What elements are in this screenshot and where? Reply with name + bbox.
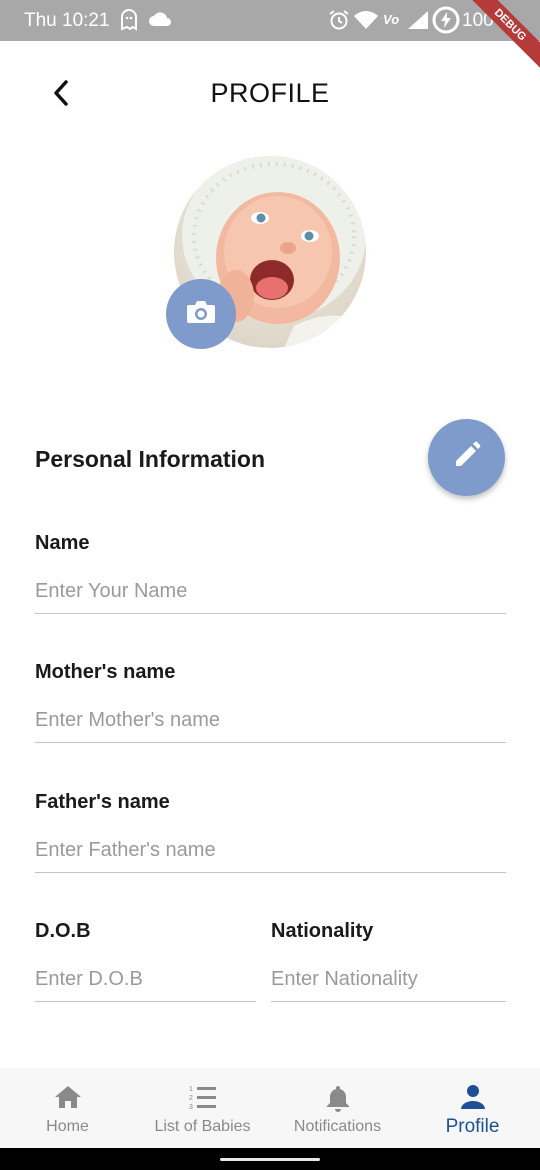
bottom-navigation: Home 1 2 3 List of Babies Notifications Pr… <box>0 1068 540 1148</box>
home-icon <box>54 1084 82 1115</box>
status-bar: Thu 10:21 Vo 100% DEBUG <box>0 0 540 74</box>
battery-charging-icon <box>432 6 460 39</box>
dob-input[interactable] <box>35 958 256 1002</box>
svg-text:2: 2 <box>189 1095 193 1102</box>
system-navigation-bar <box>0 1148 540 1170</box>
nav-notifications[interactable]: Notifications <box>270 1068 405 1148</box>
name-label: Name <box>35 532 90 554</box>
signal-icon <box>408 11 428 34</box>
nationality-label: Nationality <box>271 920 374 942</box>
edit-profile-button[interactable] <box>428 419 505 496</box>
name-input[interactable] <box>35 570 506 614</box>
wifi-icon <box>354 11 378 34</box>
svg-text:3: 3 <box>189 1104 193 1110</box>
nav-list-of-babies[interactable]: 1 2 3 List of Babies <box>135 1068 270 1148</box>
status-time: Thu 10:21 <box>24 10 110 31</box>
nav-profile[interactable]: Profile <box>405 1068 540 1148</box>
pencil-icon <box>452 440 482 475</box>
section-title: Personal Information <box>35 446 266 472</box>
person-icon <box>459 1084 487 1115</box>
alarm-icon <box>328 9 350 36</box>
camera-icon <box>186 299 216 330</box>
nav-notifications-label: Notifications <box>293 1118 382 1135</box>
nav-home[interactable]: Home <box>0 1068 135 1148</box>
list-numbered-icon: 1 2 3 <box>188 1084 218 1115</box>
dob-label: D.O.B <box>35 920 91 942</box>
father-name-input[interactable] <box>35 829 506 873</box>
nationality-input[interactable] <box>271 958 506 1002</box>
home-indicator[interactable] <box>220 1158 320 1161</box>
nav-list-of-babies-label: List of Babies <box>154 1118 251 1135</box>
mother-name-input[interactable] <box>35 699 506 743</box>
mother-name-label: Mother's name <box>35 661 176 683</box>
change-photo-button[interactable] <box>166 279 236 349</box>
father-name-label: Father's name <box>35 791 170 813</box>
svg-text:1: 1 <box>189 1086 193 1093</box>
cloud-icon <box>148 11 172 32</box>
nav-profile-label: Profile <box>445 1116 500 1137</box>
bell-icon <box>325 1084 351 1117</box>
nav-home-label: Home <box>46 1118 89 1135</box>
ghost-icon <box>120 9 138 36</box>
volte-icon: Vo <box>383 12 400 27</box>
page-title: PROFILE <box>210 78 330 108</box>
